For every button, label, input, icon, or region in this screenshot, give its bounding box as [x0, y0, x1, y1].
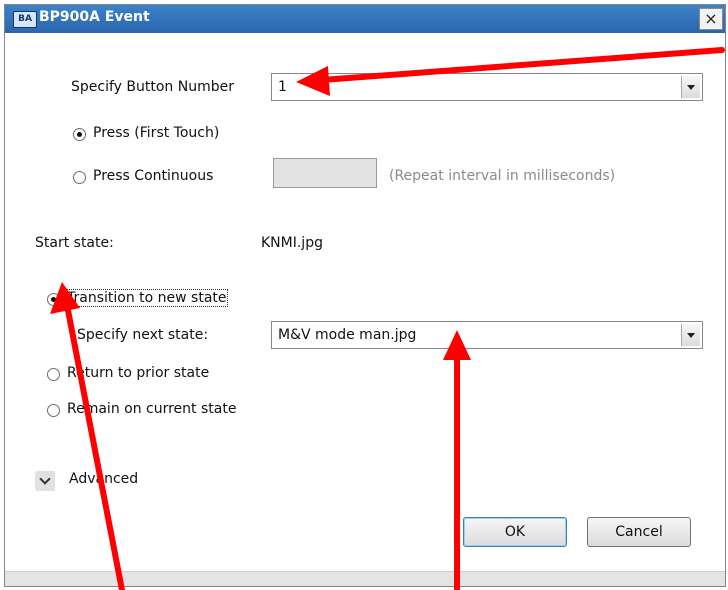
button-number-value: 1: [278, 79, 287, 95]
title-bar[interactable]: BA BP900A Event ×: [5, 5, 725, 33]
advanced-label[interactable]: Advanced: [69, 471, 138, 487]
ok-button[interactable]: OK: [463, 517, 567, 547]
return-prior-radio[interactable]: [47, 368, 60, 381]
dialog-body: Specify Button Number 1 Press (First Tou…: [5, 33, 725, 586]
dialog-bottom-edge: [5, 571, 725, 586]
repeat-interval-input[interactable]: [273, 158, 377, 188]
close-button[interactable]: ×: [699, 8, 723, 30]
next-state-value: M&V mode man.jpg: [278, 327, 417, 343]
button-number-combo[interactable]: 1: [271, 73, 703, 101]
chevron-down-icon[interactable]: [681, 324, 700, 346]
press-first-touch-radio[interactable]: [73, 128, 86, 141]
press-continuous-label: Press Continuous: [93, 168, 214, 184]
dialog-title: BP900A Event: [39, 9, 150, 25]
transition-label: Transition to new state: [66, 289, 228, 307]
next-state-label: Specify next state:: [77, 327, 209, 343]
button-number-label: Specify Button Number: [71, 79, 234, 95]
app-icon: BA: [13, 11, 37, 28]
start-state-label: Start state:: [35, 235, 114, 251]
remain-current-label: Remain on current state: [67, 401, 237, 417]
repeat-interval-hint: (Repeat interval in milliseconds): [389, 168, 616, 184]
press-continuous-radio[interactable]: [73, 171, 86, 184]
advanced-toggle-icon[interactable]: [35, 471, 55, 491]
next-state-combo[interactable]: M&V mode man.jpg: [271, 321, 703, 349]
transition-radio[interactable]: [47, 293, 60, 306]
remain-current-radio[interactable]: [47, 404, 60, 417]
event-dialog: BA BP900A Event × Specify Button Number …: [4, 4, 726, 587]
return-prior-label: Return to prior state: [67, 365, 210, 381]
chevron-down-icon[interactable]: [681, 76, 700, 98]
press-first-touch-label: Press (First Touch): [93, 125, 220, 141]
cancel-button[interactable]: Cancel: [587, 517, 691, 547]
start-state-value: KNMI.jpg: [261, 235, 323, 251]
